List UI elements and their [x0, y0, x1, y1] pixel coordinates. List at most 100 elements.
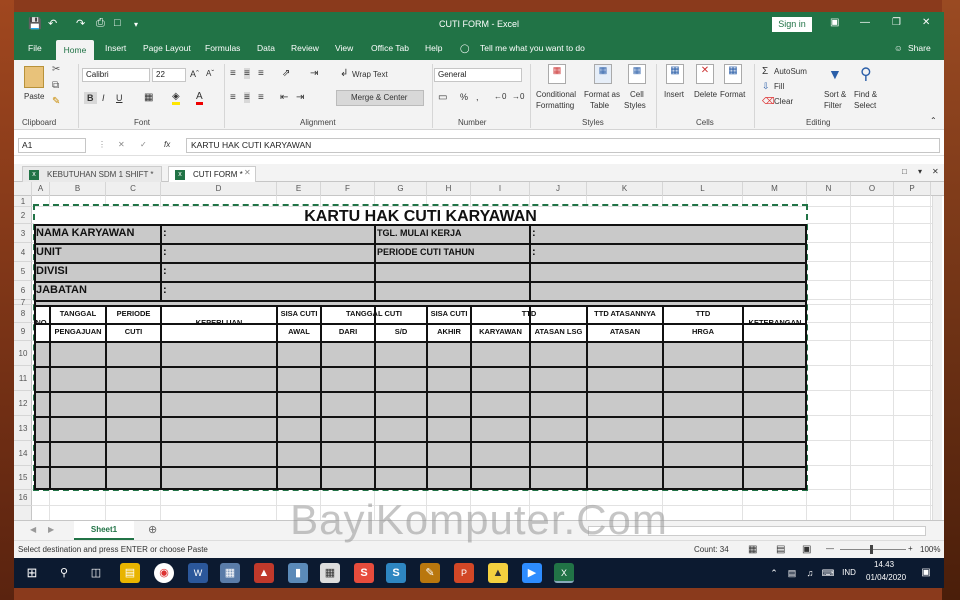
row-header-12[interactable]: 12: [14, 391, 32, 416]
column-header-m[interactable]: M: [743, 182, 807, 196]
underline-icon[interactable]: U: [116, 93, 123, 103]
format-as-table-label-1[interactable]: Format as: [584, 90, 620, 99]
delete-cells-icon[interactable]: ✕: [696, 64, 714, 84]
close-workbook-icon[interactable]: ✕: [932, 167, 939, 176]
sort-filter-label-2[interactable]: Filter: [824, 101, 842, 110]
cut-icon[interactable]: ✂: [52, 64, 60, 75]
row-header-9[interactable]: 9: [14, 323, 32, 341]
column-header-l[interactable]: L: [663, 182, 743, 196]
cancel-icon[interactable]: ✕: [118, 140, 125, 149]
align-left-icon[interactable]: ≡: [230, 92, 236, 103]
cell-styles-label-1[interactable]: Cell: [630, 90, 644, 99]
format-as-table-label-2[interactable]: Table: [590, 101, 609, 110]
format-painter-icon[interactable]: ✎: [52, 96, 60, 107]
zoom-slider-thumb[interactable]: [870, 545, 873, 554]
conditional-formatting-label-1[interactable]: Conditional: [536, 90, 576, 99]
formula-input[interactable]: KARTU HAK CUTI KARYAWAN: [186, 138, 940, 153]
decrease-indent-icon[interactable]: ⇤: [280, 92, 288, 103]
app-icon-5[interactable]: ▲: [488, 563, 508, 583]
tray-up-icon[interactable]: ⌃: [764, 563, 784, 583]
sign-in-button[interactable]: Sign in: [772, 17, 812, 32]
new-workbook-icon[interactable]: □: [902, 167, 907, 176]
windows-start-icon[interactable]: ⊞: [22, 563, 42, 583]
column-header-b[interactable]: B: [50, 182, 106, 196]
align-middle-icon[interactable]: ≡: [244, 68, 250, 79]
copy-icon[interactable]: ⧉: [52, 80, 59, 91]
insert-function-icon[interactable]: fx: [164, 140, 170, 149]
prev-sheet-icon[interactable]: ◀: [30, 525, 36, 534]
tab-formulas[interactable]: Formulas: [205, 43, 240, 53]
row-header-3[interactable]: 3: [14, 224, 32, 243]
autosum-button[interactable]: AutoSum: [774, 67, 807, 76]
tab-view[interactable]: View: [335, 43, 353, 53]
keyboard-icon[interactable]: ⌨: [818, 563, 838, 583]
align-bottom-icon[interactable]: ≡: [258, 68, 264, 79]
align-center-icon[interactable]: ≡: [244, 92, 250, 103]
find-select-icon[interactable]: ⚲: [860, 64, 872, 84]
page-break-icon[interactable]: ▣: [802, 544, 811, 555]
wrap-text-icon[interactable]: ↲: [340, 68, 348, 79]
row-header-5[interactable]: 5: [14, 262, 32, 281]
volume-icon[interactable]: ♫: [800, 563, 820, 583]
zoom-in-icon[interactable]: +: [908, 544, 913, 553]
more-options-icon[interactable]: ⋮: [98, 140, 106, 149]
accounting-format-icon[interactable]: ▭: [438, 92, 447, 103]
collapse-ribbon-icon[interactable]: ⌃: [930, 116, 937, 125]
worksheet-grid[interactable]: KARTU HAK CUTI KARYAWAN NAMA KARYAWAN: TGL…: [32, 196, 932, 530]
row-header-15[interactable]: 15: [14, 466, 32, 490]
name-box[interactable]: A1: [18, 138, 86, 153]
rtl-icon[interactable]: ⇥: [310, 68, 318, 79]
share-icon[interactable]: ☺: [894, 43, 903, 53]
workbook-tab-kebutuhan[interactable]: x KEBUTUHAN SDM 1 SHIFT *: [22, 166, 162, 182]
tab-office-tab[interactable]: Office Tab: [371, 43, 409, 53]
task-view-icon[interactable]: ◫: [86, 563, 106, 583]
conditional-formatting-icon[interactable]: ▦: [548, 64, 566, 84]
app-icon-3[interactable]: ▮: [288, 563, 308, 583]
cell-styles-label-2[interactable]: Styles: [624, 101, 646, 110]
paste-button[interactable]: Paste: [24, 92, 44, 101]
row-header-13[interactable]: 13: [14, 416, 32, 441]
share-button[interactable]: Share: [908, 43, 931, 53]
close-icon[interactable]: ✕: [922, 17, 930, 28]
search-icon[interactable]: ⚲: [54, 563, 74, 583]
column-header-d[interactable]: D: [161, 182, 277, 196]
font-name-select[interactable]: Calibri: [82, 68, 150, 82]
delete-cells-button[interactable]: Delete: [694, 90, 717, 99]
paste-icon[interactable]: [24, 66, 44, 88]
borders-icon[interactable]: ▦: [144, 92, 153, 103]
row-header-1[interactable]: 1: [14, 196, 32, 207]
row-header-14[interactable]: 14: [14, 441, 32, 466]
word-icon[interactable]: W: [188, 563, 208, 583]
column-header-k[interactable]: K: [587, 182, 663, 196]
enter-icon[interactable]: ✓: [140, 140, 147, 149]
fill-color-icon[interactable]: ◈: [172, 91, 180, 105]
clear-icon[interactable]: ⌫: [762, 96, 775, 107]
column-header-i[interactable]: I: [471, 182, 530, 196]
normal-view-icon[interactable]: ▦: [748, 544, 757, 555]
tab-help[interactable]: Help: [425, 43, 442, 53]
tell-me-search[interactable]: Tell me what you want to do: [480, 43, 585, 53]
clock-date[interactable]: 01/04/2020: [866, 573, 906, 582]
font-size-select[interactable]: 22: [152, 68, 186, 82]
italic-icon[interactable]: I: [102, 93, 105, 103]
align-right-icon[interactable]: ≡: [258, 92, 264, 103]
column-header-n[interactable]: N: [807, 182, 851, 196]
column-header-j[interactable]: J: [530, 182, 587, 196]
file-explorer-icon[interactable]: ▤: [120, 563, 140, 583]
decrease-decimal-icon[interactable]: →0: [512, 92, 524, 101]
zoom-level[interactable]: 100%: [920, 545, 940, 554]
vertical-scrollbar[interactable]: [932, 196, 942, 530]
tab-file[interactable]: File: [28, 43, 42, 53]
column-header-p[interactable]: P: [894, 182, 931, 196]
sort-filter-icon[interactable]: ▼: [828, 66, 842, 82]
row-header-8[interactable]: 8: [14, 305, 32, 323]
column-header-o[interactable]: O: [851, 182, 894, 196]
app-icon-4[interactable]: ✎: [420, 563, 440, 583]
language-indicator[interactable]: IND: [836, 563, 862, 583]
powerpoint-icon[interactable]: P: [454, 563, 474, 583]
sheet-tab-sheet1[interactable]: Sheet1: [74, 521, 134, 540]
increase-indent-icon[interactable]: ⇥: [296, 92, 304, 103]
comma-style-icon[interactable]: ,: [476, 92, 479, 102]
column-header-e[interactable]: E: [277, 182, 321, 196]
tab-review[interactable]: Review: [291, 43, 319, 53]
